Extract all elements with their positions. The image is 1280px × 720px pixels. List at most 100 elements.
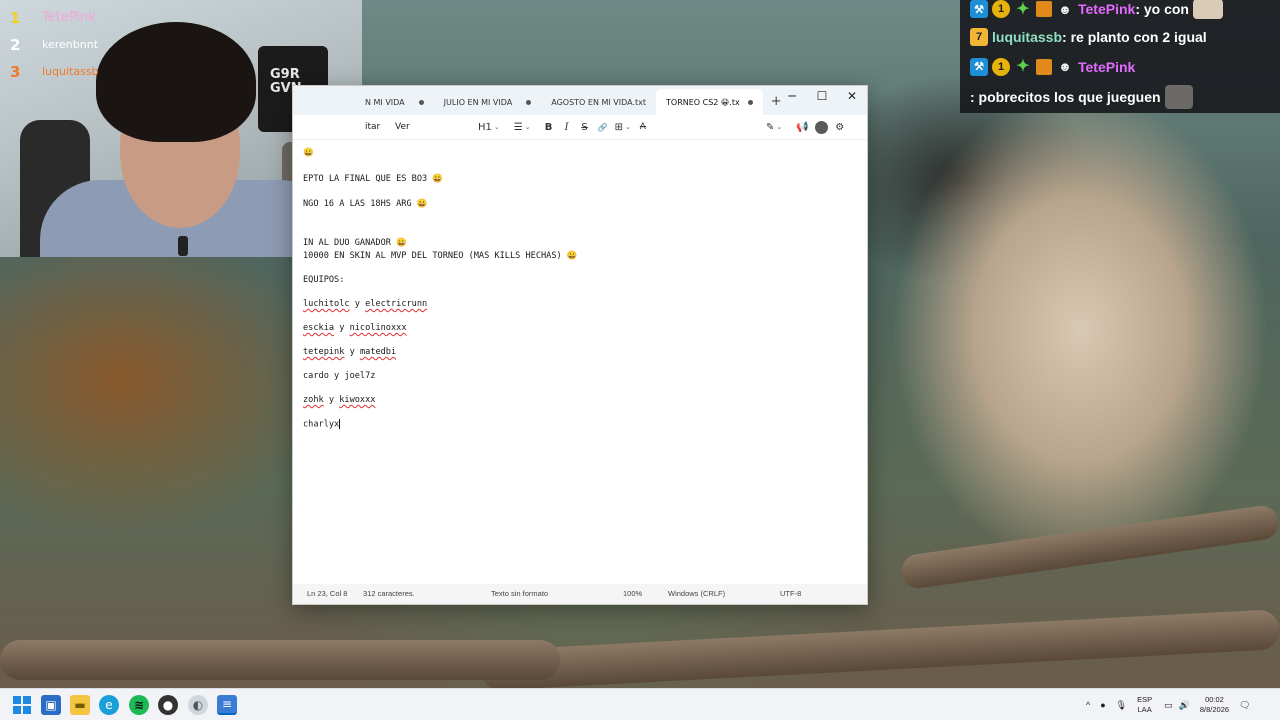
show-hidden-icons[interactable]: ^ <box>1086 700 1090 710</box>
team-separator: y <box>344 347 360 357</box>
clear-formatting-button[interactable]: A <box>634 118 652 136</box>
copilot-dropdown[interactable]: ✎ ⌄ <box>763 118 785 136</box>
notifications-icon[interactable]: 🗨 <box>1239 700 1250 711</box>
announcement-icon[interactable]: 📢 <box>793 118 811 136</box>
file-explorer-icon[interactable]: ▬ <box>70 695 90 715</box>
table-dropdown[interactable]: ⊞ ⌄ <box>612 118 634 136</box>
heading-dropdown[interactable]: H1 ⌄ <box>475 118 503 136</box>
list-dropdown[interactable]: ☰ ⌄ <box>511 118 534 136</box>
rank-name: kerenbnnt <box>42 38 99 51</box>
notepad-window[interactable]: N MI VIDA JULIO EN MI VIDA AGOSTO EN MI … <box>292 85 868 605</box>
tab-agosto[interactable]: AGOSTO EN MI VIDA.txt <box>541 89 656 115</box>
spotify-icon[interactable]: ≋ <box>129 695 149 715</box>
face-badge-icon: ☻ <box>1058 59 1072 74</box>
7tv-badge-icon: 7 <box>970 28 988 46</box>
leaderboard-row: 3 luquitassb <box>10 58 99 85</box>
chat-message: 7 luquitassb : re planto con 2 igual <box>970 24 1270 50</box>
zoom-level[interactable]: 100% <box>623 589 642 598</box>
tab-label: N MI VIDA <box>365 97 405 107</box>
volume-icon[interactable]: 🔊 <box>1179 700 1190 711</box>
rank-number: 1 <box>10 8 21 27</box>
mod-badge-icon: ⚒ <box>970 58 988 76</box>
start-button[interactable] <box>12 695 32 715</box>
text-line: 😀 <box>303 148 314 158</box>
line-ending[interactable]: Windows (CRLF) <box>668 589 725 598</box>
unsaved-dot-icon <box>418 99 424 105</box>
team-line: tetepink y matedbi <box>303 347 396 357</box>
text-line: cardo y joel7z <box>303 371 376 381</box>
team-line: luchitolc y electricrunn <box>303 299 427 309</box>
char-count: 312 caracteres. <box>363 589 415 598</box>
face-badge-icon: ☻ <box>1058 1 1072 17</box>
tab-julio[interactable]: JULIO EN MI VIDA <box>434 89 542 115</box>
list-icon: ☰ <box>513 121 523 133</box>
rank-number: 2 <box>10 35 21 54</box>
taskbar: ▣ ▬ e ≋ ● ◐ ≡ ^ ● 🎙 ESP LAA ▭ 🔊 00:02 8/… <box>0 688 1280 720</box>
menu-bar: itar Ver H1 ⌄ ☰ ⌄ B I S 🔗 ⊞ ⌄ A ✎ ⌄ 📢 ⚙ <box>293 115 867 140</box>
mod-badge-icon: ⚒ <box>970 0 988 18</box>
player-name: zohk <box>303 395 324 405</box>
team-separator: y <box>323 395 340 405</box>
windows-logo-icon <box>13 696 31 714</box>
player-name: tetepink <box>303 347 345 357</box>
system-tray: ^ ● 🎙 ESP LAA ▭ 🔊 00:02 8/8/2026 🗨 <box>1086 689 1251 720</box>
obs-icon[interactable]: ● <box>158 695 178 715</box>
menu-view[interactable]: Ver <box>389 122 416 132</box>
heading-label: H1 <box>478 121 492 133</box>
chat-text: : pobrecitos los que jueguen <box>970 89 1161 105</box>
cursor-position: Ln 23, Col 8 <box>307 589 348 598</box>
edge-icon[interactable]: e <box>99 695 119 715</box>
italic-button[interactable]: I <box>558 118 576 136</box>
text-editor[interactable]: 😀 EPTO LA FINAL QUE ES BO3 😀 NGO 16 A LA… <box>293 140 867 586</box>
player-name: matedbi <box>359 347 397 357</box>
chat-username: TetePink <box>1078 59 1136 75</box>
microphone <box>178 236 188 256</box>
team-separator: y <box>334 323 350 333</box>
hair <box>96 22 256 142</box>
window-controls: ─ ☐ ✕ <box>777 86 867 106</box>
maximize-button[interactable]: ☐ <box>807 86 837 106</box>
obs-tray-icon[interactable]: ● <box>1100 700 1105 710</box>
tab-torneo[interactable]: TORNEO CS2 😀.tx <box>656 89 763 115</box>
player-name: nicolinoxxx <box>349 323 407 333</box>
microphone-icon[interactable]: 🎙 <box>1116 700 1127 711</box>
app-icon[interactable]: ◐ <box>188 695 208 715</box>
tab-mi-vida[interactable]: N MI VIDA <box>355 89 434 115</box>
language-indicator[interactable]: ESP LAA <box>1137 695 1152 715</box>
box-badge-icon <box>1036 59 1052 75</box>
settings-gear-icon[interactable]: ⚙ <box>831 118 849 136</box>
network-icon[interactable]: ▭ <box>1164 700 1173 711</box>
notepad-icon[interactable]: ≡ <box>217 695 237 715</box>
link-button[interactable]: 🔗 <box>594 118 612 136</box>
leaderboard-row: 1 TetePink <box>10 4 99 31</box>
minimize-button[interactable]: ─ <box>777 86 807 106</box>
gem-badge-icon: ✦ <box>1016 1 1030 18</box>
team-line: zohk y kiwoxxx <box>303 395 375 405</box>
strikethrough-button[interactable]: S <box>576 118 594 136</box>
text-line: EPTO LA FINAL QUE ES BO3 😀 <box>303 174 444 184</box>
chat-text: : yo con <box>1135 1 1189 17</box>
text-line: EQUIPOS: <box>303 275 345 285</box>
close-button[interactable]: ✕ <box>837 86 867 106</box>
rank-number: 3 <box>10 62 21 81</box>
team-separator: y <box>349 299 366 309</box>
chevron-down-icon: ⌄ <box>493 123 500 131</box>
clock[interactable]: 00:02 8/8/2026 <box>1200 695 1229 715</box>
leaderboard-row: 2 kerenbnnt <box>10 31 99 58</box>
player-name: esckia <box>303 323 335 333</box>
bold-button[interactable]: B <box>540 118 558 136</box>
player-name: kiwoxxx <box>339 395 376 405</box>
chat-overlay: ⚒ 1 ✦ ☻ TetePink : yo con 7 luquitassb :… <box>960 0 1280 113</box>
text-line: IN AL DUO GANADOR 😀 <box>303 238 407 248</box>
text-line-current: charlyx <box>303 419 341 430</box>
menu-edit[interactable]: itar <box>359 122 386 132</box>
format-mode[interactable]: Texto sin formato <box>491 589 548 598</box>
tab-strip: N MI VIDA JULIO EN MI VIDA AGOSTO EN MI … <box>293 86 867 115</box>
unsaved-dot-icon <box>526 99 532 105</box>
store-icon[interactable]: ▣ <box>41 695 61 715</box>
encoding[interactable]: UTF-8 <box>780 589 801 598</box>
leaderboard: 1 TetePink 2 kerenbnnt 3 luquitassb <box>10 4 99 85</box>
emote-icon <box>1164 85 1193 109</box>
chevron-down-icon: ⌄ <box>625 123 631 131</box>
account-button[interactable] <box>812 118 831 136</box>
